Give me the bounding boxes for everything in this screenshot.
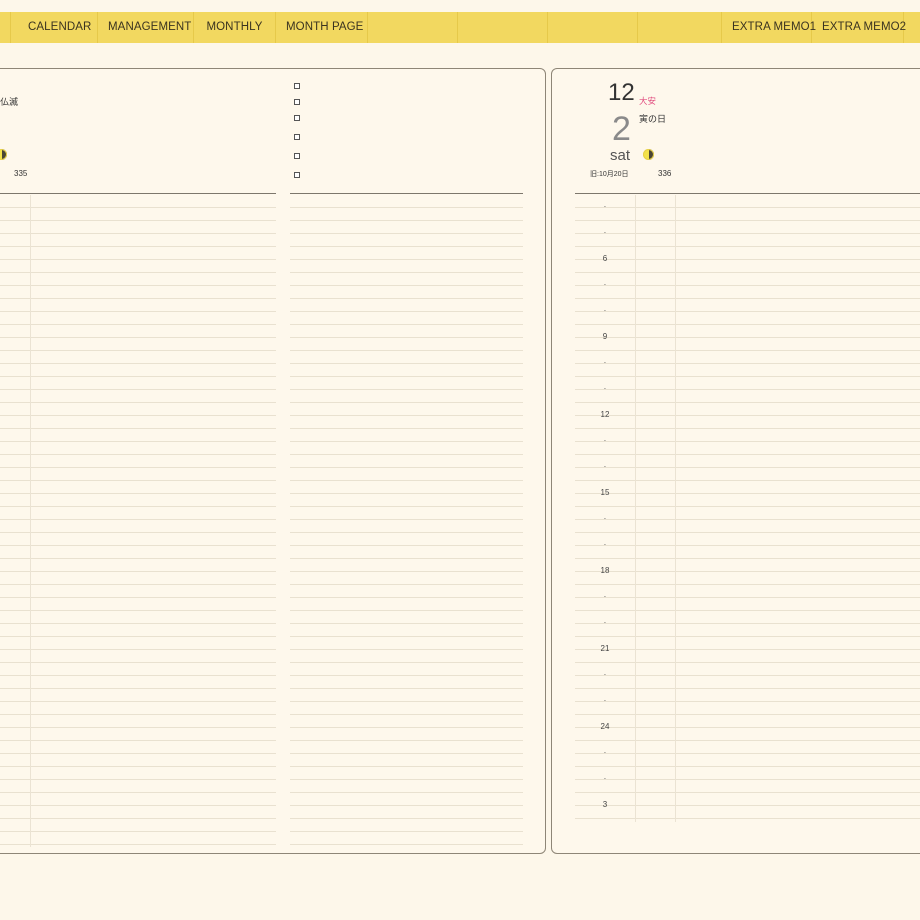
hour-label: · <box>603 774 607 783</box>
tab-empty-4[interactable] <box>638 12 722 43</box>
day-number: 2 <box>612 110 631 148</box>
left-schedule-divider <box>0 193 276 194</box>
tab-divider <box>10 12 11 43</box>
hour-label: · <box>603 514 607 523</box>
half-hour-column-line <box>675 195 676 822</box>
hour-label: 6 <box>602 254 608 263</box>
hour-label: 21 <box>600 644 610 653</box>
lunar-date: 旧:10月20日 <box>590 171 629 178</box>
rokuyo-label: 大安 <box>639 96 657 106</box>
moon-phase-icon <box>643 149 654 160</box>
tab-extra-memo2[interactable]: EXTRA MEMO2 <box>812 12 906 43</box>
hour-label: 24 <box>600 722 610 731</box>
hour-label: · <box>603 280 607 289</box>
left-day-of-year: 335 <box>14 169 28 178</box>
memo-ruled-area[interactable] <box>290 195 523 847</box>
hour-label: · <box>603 592 607 601</box>
left-rokuyo-label: 仏滅 <box>0 97 19 107</box>
checkbox-icon[interactable] <box>294 83 300 89</box>
checkbox-icon[interactable] <box>294 115 300 121</box>
tab-monthly[interactable]: MONTHLY <box>194 12 276 43</box>
hour-label: · <box>603 696 607 705</box>
eto-day-label: 寅の日 <box>639 114 667 124</box>
hour-label: · <box>603 306 607 315</box>
top-tab-bar: CALENDAR MANAGEMENT MONTHLY MONTH PAGE E… <box>0 12 920 43</box>
right-schedule-divider <box>575 193 920 194</box>
hour-label: · <box>603 436 607 445</box>
hour-label: 3 <box>602 800 608 809</box>
tab-month-page[interactable]: MONTH PAGE <box>276 12 368 43</box>
left-time-column-line <box>30 195 31 847</box>
hour-label: · <box>603 670 607 679</box>
hour-label: 15 <box>600 488 610 497</box>
right-day-of-year: 336 <box>658 169 672 178</box>
hour-label: 9 <box>602 332 608 341</box>
month-number: 12 <box>608 79 635 106</box>
hour-label: 18 <box>600 566 610 575</box>
checkbox-icon[interactable] <box>294 99 300 105</box>
hour-label: · <box>603 358 607 367</box>
hour-label: · <box>603 618 607 627</box>
tab-empty-2[interactable] <box>458 12 548 43</box>
hour-label: · <box>603 228 607 237</box>
tab-extra-memo1[interactable]: EXTRA MEMO1 <box>722 12 816 43</box>
hour-label: · <box>603 540 607 549</box>
tab-empty-1[interactable] <box>368 12 458 43</box>
checkbox-icon[interactable] <box>294 153 300 159</box>
hour-label: · <box>603 202 607 211</box>
left-ruled-area[interactable] <box>0 195 276 847</box>
hour-label: · <box>603 384 607 393</box>
todo-divider <box>290 193 523 194</box>
hour-label: · <box>603 462 607 471</box>
tab-empty-3[interactable] <box>548 12 638 43</box>
weekday-label: sat <box>610 147 631 164</box>
checkbox-icon[interactable] <box>294 134 300 140</box>
tab-management[interactable]: MANAGEMENT <box>98 12 194 43</box>
tab-calendar[interactable]: CALENDAR <box>18 12 98 43</box>
hour-label: · <box>603 748 607 757</box>
checkbox-icon[interactable] <box>294 172 300 178</box>
hour-label: 12 <box>600 410 610 419</box>
hour-column-line <box>635 195 636 822</box>
